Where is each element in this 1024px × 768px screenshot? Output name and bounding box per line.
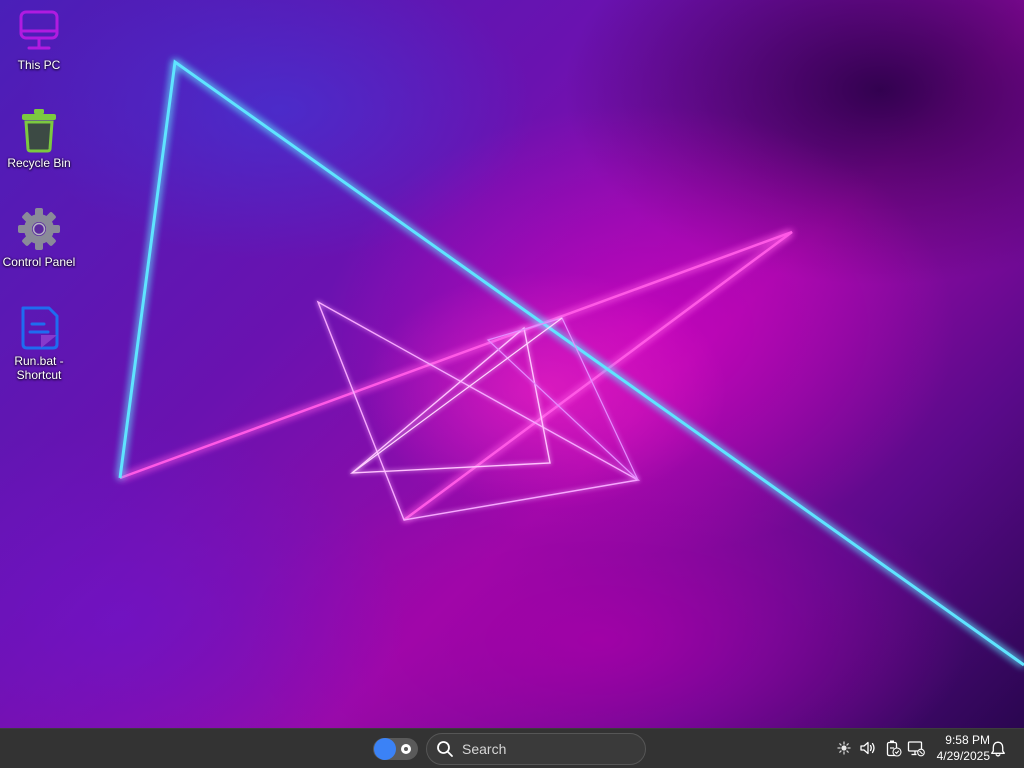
desktop-icon-label: Control Panel <box>2 255 76 269</box>
search-icon <box>437 741 453 757</box>
search-placeholder: Search <box>462 741 507 757</box>
volume-icon[interactable] <box>859 739 877 757</box>
desktop-wallpaper: This PC Recycle Bin Control Panel Run.ba… <box>0 0 1024 728</box>
document-icon <box>21 306 59 350</box>
bell-icon[interactable] <box>989 740 1007 758</box>
neon-triangles-wallpaper <box>118 59 1024 667</box>
desktop-icon-control-panel[interactable]: Control Panel <box>2 205 76 269</box>
monitor-icon <box>19 10 59 50</box>
desktop-icon-label: This PC <box>17 58 61 72</box>
clock-date: 4/29/2025 <box>936 749 990 763</box>
desktop-icon-label: Run.bat - Shortcut <box>14 354 64 382</box>
task-view-toggle[interactable] <box>373 738 418 760</box>
clock-time: 9:58 PM <box>945 733 990 747</box>
desktop-icon-run-bat-shortcut[interactable]: Run.bat - Shortcut <box>2 304 76 382</box>
trash-icon <box>22 109 56 153</box>
brightness-icon[interactable] <box>835 739 853 757</box>
desktop-icon-this-pc[interactable]: This PC <box>2 8 76 72</box>
battery-icon[interactable] <box>884 739 902 757</box>
taskbar: Search 9:58 PM 4/29/2025 <box>0 728 1024 768</box>
taskbar-search-box[interactable]: Search <box>426 733 646 765</box>
desktop-icon-label: Recycle Bin <box>7 156 71 170</box>
task-view-toggle-icon <box>401 744 411 754</box>
network-icon[interactable] <box>907 739 925 757</box>
taskbar-clock[interactable]: 9:58 PM 4/29/2025 <box>926 732 990 764</box>
toggle-knob <box>374 738 396 760</box>
desktop-icon-recycle-bin[interactable]: Recycle Bin <box>2 106 76 170</box>
gear-icon <box>18 208 60 250</box>
